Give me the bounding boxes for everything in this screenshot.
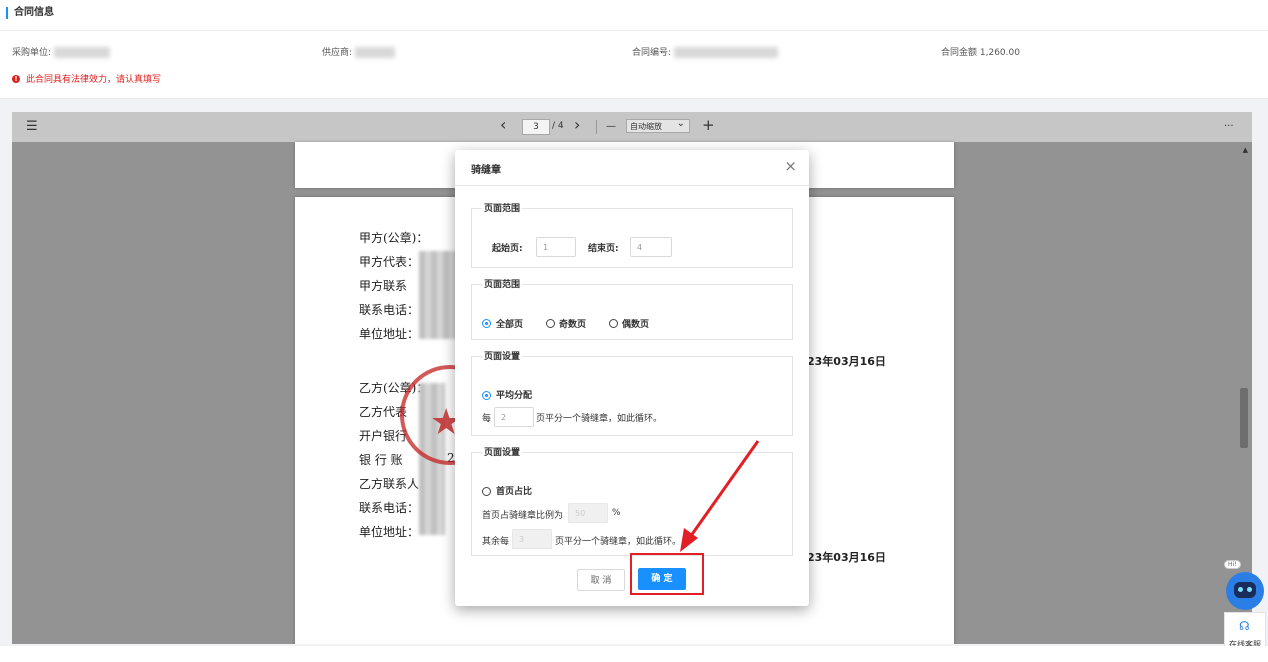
robot-avatar-icon[interactable]: [1226, 572, 1264, 610]
headset-icon: ☊: [1239, 619, 1250, 633]
annotation-arrow: [680, 440, 760, 552]
page-footer: [0, 646, 1268, 662]
robot-eye: [1247, 587, 1252, 592]
greeting-bubble: Hi!: [1224, 560, 1241, 569]
robot-face: [1234, 582, 1256, 598]
online-service-widget[interactable]: Hi! ☊ 在线客服: [1222, 560, 1268, 660]
robot-eye: [1238, 587, 1243, 592]
